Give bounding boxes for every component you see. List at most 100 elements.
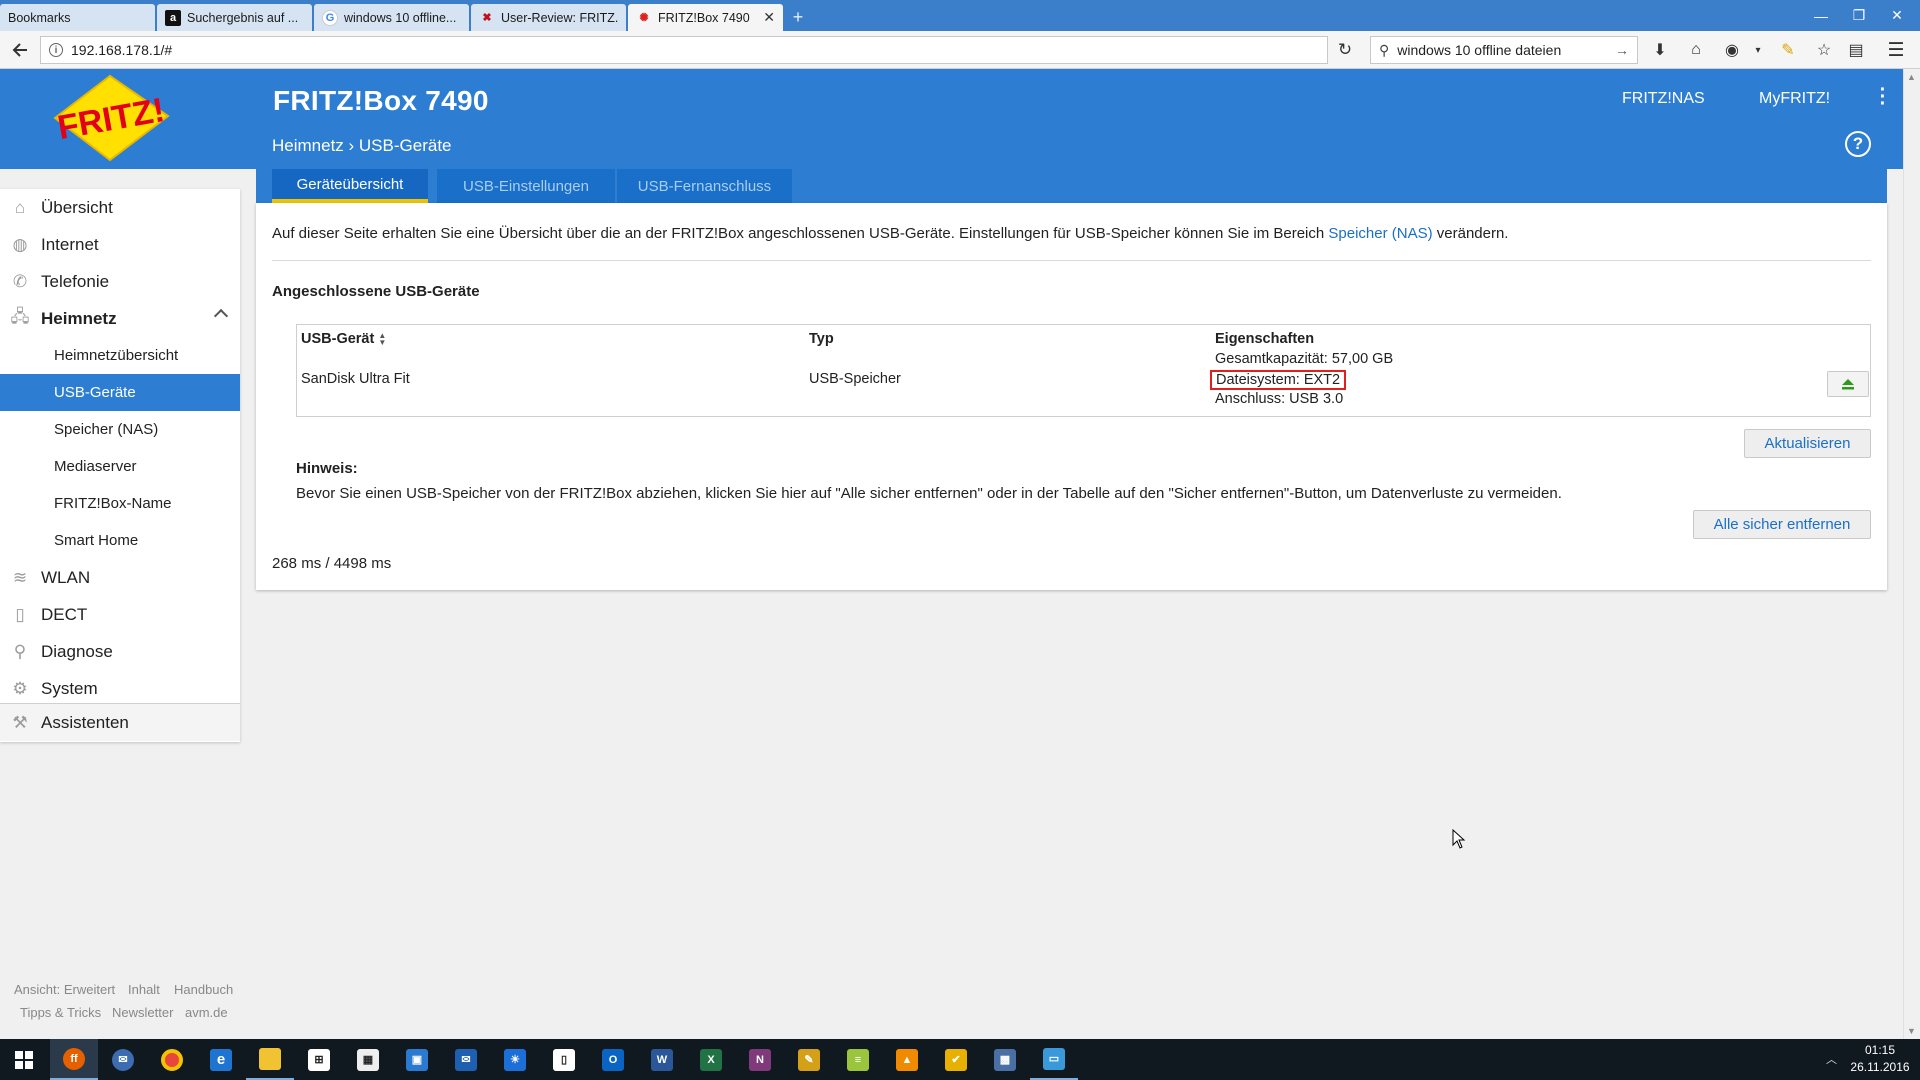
reload-button[interactable]: ↻ xyxy=(1330,35,1360,65)
safely-remove-button[interactable] xyxy=(1827,371,1869,397)
page-title: FRITZ!Box 7490 xyxy=(273,85,489,116)
footer-link-tips[interactable]: Tipps & Tricks xyxy=(20,1005,101,1020)
taskbar-tool[interactable]: ✎ xyxy=(785,1039,833,1080)
wizard-icon: ⚒ xyxy=(12,712,28,732)
remove-all-button[interactable]: Alle sicher entfernen xyxy=(1693,510,1871,539)
header-link-fritznas[interactable]: FRITZ!NAS xyxy=(1622,90,1705,108)
browser-tab-review[interactable]: ✖ User-Review: FRITZ... xyxy=(471,4,626,31)
hamburger-menu-icon[interactable]: ☰ xyxy=(1885,40,1907,61)
refresh-button[interactable]: Aktualisieren xyxy=(1744,429,1871,458)
load-timing: 268 ms / 4498 ms xyxy=(272,555,392,572)
taskbar-firefox[interactable]: ff xyxy=(50,1039,98,1080)
browser-tab-fritzbox[interactable]: ✺ FRITZ!Box 7490 ✕ xyxy=(628,4,783,31)
home-icon[interactable]: ⌂ xyxy=(1685,40,1707,60)
system-clock[interactable]: 01:15 26.11.2016 xyxy=(1850,1042,1910,1076)
extension-icon[interactable]: ✎ xyxy=(1777,40,1799,60)
sidebar-item-homenetwork[interactable]: 🖧 Heimnetz xyxy=(0,300,240,337)
tab-usb-settings[interactable]: USB-Einstellungen xyxy=(437,169,615,203)
taskbar-calendar[interactable]: ▣ xyxy=(393,1039,441,1080)
adblock-icon[interactable]: ◉ xyxy=(1721,40,1743,60)
sidebar-item-telephony[interactable]: ✆ Telefonie xyxy=(0,263,240,300)
library-icon[interactable]: ▤ xyxy=(1845,40,1867,60)
sidebar-subitem-mediaserver[interactable]: Mediaserver xyxy=(0,448,240,485)
footer-link-contents[interactable]: Inhalt xyxy=(128,982,160,997)
taskbar-edge[interactable]: e xyxy=(197,1039,245,1080)
taskbar-weather[interactable]: ☀ xyxy=(491,1039,539,1080)
search-go-icon[interactable]: → xyxy=(1615,42,1629,58)
tab-label: User-Review: FRITZ... xyxy=(501,10,618,25)
footer-link-view[interactable]: Ansicht: Erweitert xyxy=(14,982,115,997)
start-button[interactable] xyxy=(0,1039,48,1080)
network-icon: 🖧 xyxy=(10,307,30,326)
footer-link-manual[interactable]: Handbuch xyxy=(174,982,233,997)
page-scrollbar[interactable]: ▲ ▼ xyxy=(1903,69,1920,1039)
header-link-myfritz[interactable]: MyFRITZ! xyxy=(1759,90,1830,108)
sidebar-subitem-smart-home[interactable]: Smart Home xyxy=(0,522,240,559)
browser-tab-google[interactable]: G windows 10 offline... xyxy=(314,4,469,31)
footer-link-newsletter[interactable]: Newsletter xyxy=(112,1005,173,1020)
taskbar-store[interactable]: ⊞ xyxy=(295,1039,343,1080)
taskbar-notepadplus[interactable]: ≡ xyxy=(834,1039,882,1080)
taskbar-thunderbird[interactable]: ✉ xyxy=(99,1039,147,1080)
google-icon: G xyxy=(322,9,338,26)
taskbar-mail[interactable]: ✉ xyxy=(442,1039,490,1080)
taskbar-excel[interactable]: X xyxy=(687,1039,735,1080)
breadcrumb[interactable]: Heimnetz › USB-Geräte xyxy=(272,136,452,156)
tab-label: Suchergebnis auf ... xyxy=(187,10,299,25)
taskbar-outlook[interactable]: O xyxy=(589,1039,637,1080)
tray-expand-icon[interactable]: ︿ xyxy=(1826,1051,1837,1067)
sidebar-item-system[interactable]: ⚙ System xyxy=(0,670,240,707)
taskbar-tool2[interactable]: ✔ xyxy=(932,1039,980,1080)
sidebar-item-wlan[interactable]: ≋ WLAN xyxy=(0,559,240,596)
tab-usb-remote[interactable]: USB-Fernanschluss xyxy=(617,169,792,203)
section-title: Angeschlossene USB-Geräte xyxy=(272,283,480,300)
sidebar-item-diagnose[interactable]: ⚲ Diagnose xyxy=(0,633,240,670)
sidebar-item-label: Übersicht xyxy=(41,197,113,217)
windows-logo-icon xyxy=(15,1050,33,1069)
sidebar-subitem-box-name[interactable]: FRITZ!Box-Name xyxy=(0,485,240,522)
nas-storage-link[interactable]: Speicher (NAS) xyxy=(1328,225,1432,242)
column-header-device[interactable]: USB-Gerät ▲ ▼ xyxy=(301,331,386,347)
sidebar-subitem-nas-storage[interactable]: Speicher (NAS) xyxy=(0,411,240,448)
taskbar-notepad[interactable]: ▯ xyxy=(540,1039,588,1080)
search-input[interactable]: ⚲ windows 10 offline dateien → xyxy=(1370,36,1638,64)
close-window-button[interactable]: ✕ xyxy=(1874,0,1920,31)
sidebar-subitem-homenetwork-overview[interactable]: Heimnetzübersicht xyxy=(0,337,240,374)
address-bar[interactable]: i 192.168.178.1/# xyxy=(40,36,1328,64)
sidebar-item-internet[interactable]: ◍ Internet xyxy=(0,226,240,263)
edge-icon: e xyxy=(210,1048,232,1071)
chevron-down-icon[interactable]: ▾ xyxy=(1747,40,1769,60)
taskbar-calculator[interactable]: ▦ xyxy=(344,1039,392,1080)
intro-text: Auf dieser Seite erhalten Sie eine Übers… xyxy=(272,225,1508,242)
close-tab-icon[interactable]: ✕ xyxy=(763,9,775,26)
browser-tab-amazon[interactable]: a Suchergebnis auf ... xyxy=(157,4,312,31)
content-panel: Auf dieser Seite erhalten Sie eine Übers… xyxy=(256,203,1887,590)
taskbar-vlc[interactable]: ▲ xyxy=(883,1039,931,1080)
taskbar-onenote[interactable]: N xyxy=(736,1039,784,1080)
scroll-down-icon[interactable]: ▼ xyxy=(1907,1026,1916,1036)
scroll-up-icon[interactable]: ▲ xyxy=(1907,72,1916,82)
tab-device-overview[interactable]: Geräteübersicht xyxy=(272,169,428,203)
new-tab-button[interactable]: + xyxy=(785,4,811,31)
sidebar-subitem-usb-devices[interactable]: USB-Geräte xyxy=(0,374,240,411)
taskbar-tool3[interactable]: ▩ xyxy=(981,1039,1029,1080)
browser-tab-bar: Bookmarks a Suchergebnis auf ... G windo… xyxy=(0,0,1920,31)
back-button[interactable] xyxy=(5,35,35,65)
sidebar-item-overview[interactable]: ⌂ Übersicht xyxy=(0,189,240,226)
taskbar-explorer[interactable] xyxy=(246,1039,294,1080)
more-menu-icon[interactable]: · · · xyxy=(1876,80,1890,114)
download-icon[interactable]: ⬇ xyxy=(1649,40,1671,60)
sidebar-item-assistants[interactable]: ⚒ Assistenten xyxy=(0,704,240,741)
taskbar-screen[interactable]: ▭ xyxy=(1030,1039,1078,1080)
taskbar-word[interactable]: W xyxy=(638,1039,686,1080)
bookmark-star-icon[interactable]: ☆ xyxy=(1813,40,1835,60)
chevron-up-icon[interactable] xyxy=(213,308,229,324)
sidebar-item-dect[interactable]: ▯ DECT xyxy=(0,596,240,633)
help-icon[interactable]: ? xyxy=(1845,131,1871,157)
fritz-logo[interactable]: FRITZ! xyxy=(50,74,180,166)
footer-link-avm[interactable]: avm.de xyxy=(185,1005,228,1020)
browser-tab-bookmarks[interactable]: Bookmarks xyxy=(0,4,155,31)
taskbar-chrome[interactable] xyxy=(148,1039,196,1080)
site-info-icon[interactable]: i xyxy=(49,43,63,57)
sort-icon[interactable]: ▲ ▼ xyxy=(378,332,386,347)
